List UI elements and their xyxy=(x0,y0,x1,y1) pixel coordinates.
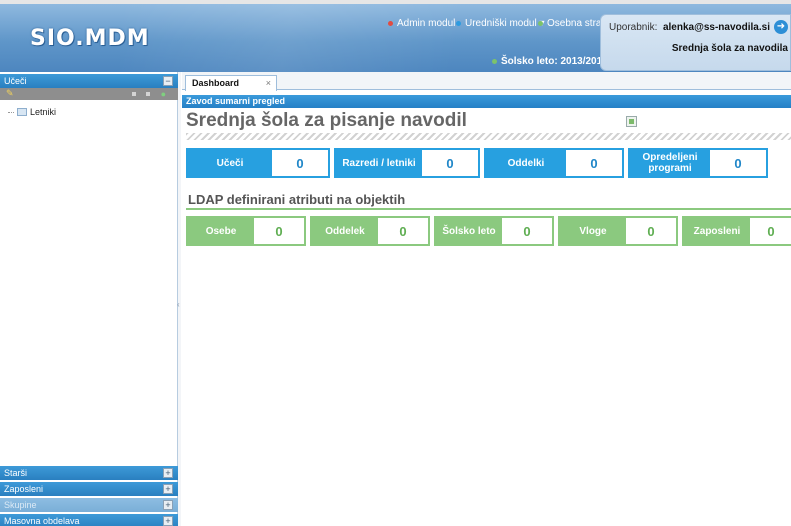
personal-page-label: Osebna stran xyxy=(547,18,608,29)
expand-icon: + xyxy=(163,500,173,510)
expand-icon[interactable]: + xyxy=(163,484,173,494)
school-year-selector[interactable]: Šolsko leto: 2013/2014 ▾ xyxy=(492,56,616,67)
sidebar-splitter[interactable]: ‹ xyxy=(177,72,181,526)
toolbar-dot-icon[interactable] xyxy=(146,92,150,96)
stat-card-vloge: Vloge 0 xyxy=(558,216,678,246)
user-panel: Uporabnik: alenka@ss-navodila.si ➜ Sredn… xyxy=(600,14,791,71)
stat-card-oddelki: Oddelki 0 xyxy=(484,148,624,178)
panel-title: Zavod sumarni pregled xyxy=(182,95,791,108)
user-label: Uporabnik: xyxy=(609,21,658,33)
sidebar-section-label: Učeči xyxy=(4,76,27,86)
stat-value: 0 xyxy=(710,150,766,176)
editor-module-label: Uredniški modul ▾ xyxy=(465,18,545,29)
stat-card-osebe: Osebe 0 xyxy=(186,216,306,246)
admin-module-label: Admin modul xyxy=(397,18,456,29)
stat-label: Učeči xyxy=(188,150,272,176)
tab-dashboard[interactable]: Dashboard × xyxy=(185,75,277,91)
expand-icon[interactable]: + xyxy=(163,468,173,478)
hatch-divider xyxy=(186,133,791,140)
stat-card-programi: Opredeljeni programi 0 xyxy=(628,148,768,178)
stat-card-zaposleni: Zaposleni 0 xyxy=(682,216,791,246)
stat-value: 0 xyxy=(626,218,676,244)
stat-value: 0 xyxy=(422,150,478,176)
close-icon[interactable]: × xyxy=(266,76,271,91)
stat-label: Vloge xyxy=(560,218,626,244)
sidebar-section-masovna-obdelava[interactable]: Masovna obdelava + xyxy=(0,514,178,526)
section-title: LDAP definirani atributi na objektih xyxy=(188,192,406,207)
collapse-icon[interactable]: − xyxy=(163,76,173,86)
magic-wand-icon[interactable]: ✎ xyxy=(6,88,14,99)
refresh-icon[interactable]: ● xyxy=(161,89,166,99)
summary-stats: Učeči 0 Razredi / letniki 0 Oddelki 0 Op… xyxy=(186,148,768,178)
stat-card-ucenci: Učeči 0 xyxy=(186,148,330,178)
sidebar-section-starsi[interactable]: Starši + xyxy=(0,466,178,480)
stat-label: Šolsko leto xyxy=(436,218,502,244)
blue-dot-icon xyxy=(456,21,461,26)
stat-label: Oddelek xyxy=(312,218,378,244)
stat-value: 0 xyxy=(272,150,328,176)
editor-module-link[interactable]: Uredniški modul ▾ xyxy=(456,18,545,29)
green-dot-icon xyxy=(492,59,497,64)
red-dot-icon xyxy=(388,21,393,26)
stat-card-oddelek: Oddelek 0 xyxy=(310,216,430,246)
tree-item-letniki[interactable]: Letniki xyxy=(8,107,56,117)
app-window: SIO.MDM Admin modul Uredniški modul ▾ Os… xyxy=(0,0,791,526)
toolbar-dot-icon[interactable] xyxy=(132,92,136,96)
stat-value: 0 xyxy=(502,218,552,244)
personal-page-link[interactable]: Osebna stran xyxy=(538,18,607,29)
sidebar-section-skupine: Skupine + xyxy=(0,498,178,512)
tree-item-label: Letniki xyxy=(30,107,57,117)
stat-label: Opredeljeni programi xyxy=(630,150,710,176)
tab-strip: Dashboard × xyxy=(182,72,791,91)
sidebar: Učeči − ✎ ● Letniki Starši + Zaposleni +… xyxy=(0,72,178,526)
stat-value: 0 xyxy=(566,150,622,176)
stat-card-razredi: Razredi / letniki 0 xyxy=(334,148,480,178)
main-content: Dashboard × Zavod sumarni pregled Srednj… xyxy=(182,72,791,526)
stat-value: 0 xyxy=(254,218,304,244)
user-school: Srednja šola za navodila xyxy=(671,43,788,54)
app-logo: SIO.MDM xyxy=(30,26,150,51)
stat-card-solsko-leto: Šolsko leto 0 xyxy=(434,216,554,246)
sidebar-section-label: Masovna obdelava xyxy=(4,516,80,526)
user-email: alenka@ss-navodila.si xyxy=(662,21,770,33)
sidebar-section-label: Zaposleni xyxy=(4,484,44,494)
admin-module-link[interactable]: Admin modul xyxy=(388,18,455,29)
sidebar-section-label: Skupine xyxy=(4,500,37,510)
header: SIO.MDM Admin modul Uredniški modul ▾ Os… xyxy=(0,0,791,72)
stat-label: Osebe xyxy=(188,218,254,244)
tab-label: Dashboard xyxy=(192,78,240,88)
stat-value: 0 xyxy=(378,218,428,244)
stat-label: Zaposleni xyxy=(684,218,750,244)
tree-line-icon xyxy=(8,111,14,113)
collapse-arrow-icon[interactable]: ‹ xyxy=(177,300,180,309)
school-year-label: Šolsko leto: 2013/2014 ▾ xyxy=(501,56,616,67)
folder-icon xyxy=(17,108,27,116)
sidebar-section-zaposleni[interactable]: Zaposleni + xyxy=(0,482,178,496)
logout-icon[interactable]: ➜ xyxy=(774,20,788,34)
image-placeholder-icon xyxy=(626,116,637,127)
stat-value: 0 xyxy=(750,218,791,244)
sidebar-section-label: Starši xyxy=(4,468,28,478)
green-dot-icon xyxy=(538,21,543,26)
expand-icon[interactable]: + xyxy=(163,516,173,526)
sidebar-section-ucenci[interactable]: Učeči − xyxy=(0,74,178,88)
stat-label: Razredi / letniki xyxy=(336,150,422,176)
ldap-stats: Osebe 0 Oddelek 0 Šolsko leto 0 Vloge 0 … xyxy=(186,216,791,246)
stat-label: Oddelki xyxy=(486,150,566,176)
user-row: Uporabnik: alenka@ss-navodila.si ➜ xyxy=(609,20,790,34)
page-title: Srednja šola za pisanje navodil xyxy=(186,110,467,131)
section-divider xyxy=(186,208,791,210)
tree-toolbar: ✎ ● xyxy=(0,88,178,100)
